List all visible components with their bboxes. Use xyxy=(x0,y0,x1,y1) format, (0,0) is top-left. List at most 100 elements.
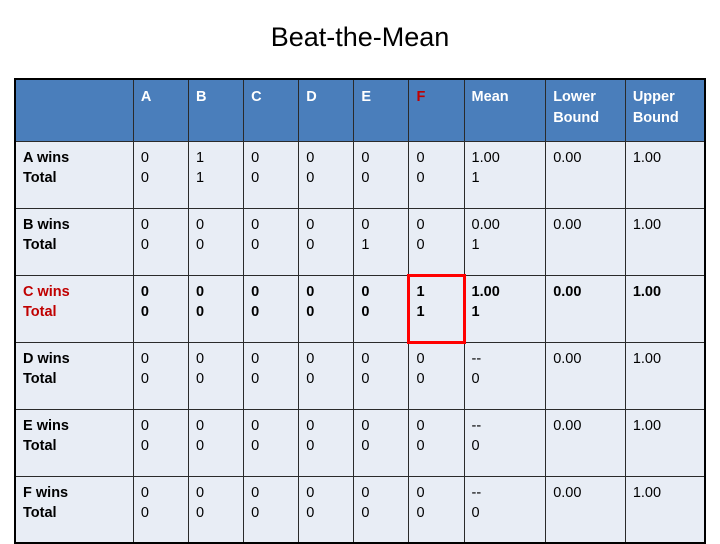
cell-c-f: 11 xyxy=(407,273,466,344)
cell-total-value: 0 xyxy=(361,438,370,455)
column-header-line1: Upper xyxy=(632,89,675,105)
cell-e-d: 00 xyxy=(298,408,355,477)
cell-wins-value: 0 xyxy=(251,216,260,233)
cell-wins-value: 0 xyxy=(361,417,370,434)
cell-total-value: 0 xyxy=(251,438,260,455)
cell-wins-value: 0 xyxy=(306,149,315,166)
row-label-f: F wins Total xyxy=(14,475,134,544)
cell-total-value: 0 xyxy=(306,170,315,187)
cell-b-e: 01 xyxy=(353,207,410,276)
cell-total-value: 0 xyxy=(251,237,260,254)
table-row: A wins Total 0 0 1 1 0 0 0 0 0 0 0 0 1.00 1 0.00 1.00 xyxy=(14,140,706,209)
cell-wins-value: 0 xyxy=(251,350,260,367)
column-header-line2: Bound xyxy=(553,109,600,126)
cell-wins-value: 0 xyxy=(361,350,370,367)
cell-wins-value: 0 xyxy=(196,283,205,300)
cell-total-value: 0 xyxy=(416,237,425,254)
cell-total-value: 0 xyxy=(306,438,315,455)
cell-upper-bound-c: 1.00 xyxy=(624,274,706,343)
cell-total-value: 0 xyxy=(416,371,425,388)
mean-count: 1 xyxy=(471,304,480,321)
cell-wins-value: 1 xyxy=(416,283,425,300)
cell-lower-bound-f: 0.00 xyxy=(545,475,626,544)
cell-d-d: 00 xyxy=(298,341,355,410)
cell-mean-e: -- 0 xyxy=(463,408,547,477)
table-header-row: A B C D E F Mean Lower Bound Upper Bound xyxy=(14,78,706,142)
cell-wins-value: 0 xyxy=(196,350,205,367)
cell-upper-bound-a: 1.00 xyxy=(624,140,706,209)
mean-count: 1 xyxy=(471,170,480,187)
row-label-line2: Total xyxy=(23,237,57,254)
cell-wins-value: 0 xyxy=(251,283,260,300)
cell-e-a: 00 xyxy=(132,408,190,477)
cell-f-f: 00 xyxy=(408,475,465,544)
cell-d-b: 00 xyxy=(187,341,245,410)
column-header-f: F xyxy=(408,78,465,142)
cell-f-a: 00 xyxy=(132,475,190,544)
cell-lower-bound-c: 0.00 xyxy=(545,274,626,343)
cell-lower-bound-e: 0.00 xyxy=(545,408,626,477)
cell-wins-value: 0 xyxy=(361,216,370,233)
row-label-line2: Total xyxy=(23,505,57,522)
cell-wins-value: 0 xyxy=(306,484,315,501)
cell-total-value: 0 xyxy=(251,304,260,321)
cell-wins-value: 0 xyxy=(416,417,425,434)
header-corner-cell xyxy=(14,78,134,142)
cell-lower-bound-b: 0.00 xyxy=(545,207,626,276)
cell-total-value: 0 xyxy=(306,304,315,321)
column-header-line2: Bound xyxy=(632,109,679,126)
row-label-line2: Total xyxy=(23,371,57,388)
cell-wins-value: 0 xyxy=(140,149,149,166)
cell-wins-value: 0 xyxy=(306,417,315,434)
cell-c-d: 00 xyxy=(298,274,355,343)
cell-lower-bound-d: 0.00 xyxy=(545,341,626,410)
cell-a-c: 00 xyxy=(243,140,300,209)
cell-mean-f: -- 0 xyxy=(463,475,547,544)
column-header-a: A xyxy=(132,78,190,142)
cell-total-value: 0 xyxy=(196,304,205,321)
cell-a-d: 00 xyxy=(298,140,355,209)
cell-mean-c: 1.00 1 xyxy=(463,274,547,343)
cell-total-value: 0 xyxy=(361,505,370,522)
cell-total-value: 0 xyxy=(306,371,315,388)
row-label-d: D wins Total xyxy=(14,341,134,410)
cell-upper-bound-f: 1.00 xyxy=(624,475,706,544)
cell-total-value: 0 xyxy=(140,170,149,187)
cell-total-value: 0 xyxy=(140,304,149,321)
cell-total-value: 1 xyxy=(196,170,205,187)
cell-upper-bound-d: 1.00 xyxy=(624,341,706,410)
cell-wins-value: 0 xyxy=(251,484,260,501)
cell-total-value: 0 xyxy=(196,505,205,522)
cell-upper-bound-e: 1.00 xyxy=(624,408,706,477)
cell-mean-d: -- 0 xyxy=(463,341,547,410)
cell-total-value: 1 xyxy=(361,237,370,254)
mean-count: 0 xyxy=(471,505,480,522)
row-label-b: B wins Total xyxy=(14,207,134,276)
cell-f-d: 00 xyxy=(298,475,355,544)
cell-wins-value: 0 xyxy=(306,283,315,300)
table-row: B wins Total 0 0 0 0 0 0 0 0 0 1 0 0 0.00 1 0.00 1.00 xyxy=(14,207,706,276)
cell-d-c: 00 xyxy=(243,341,300,410)
cell-c-b: 00 xyxy=(187,274,245,343)
row-label-a: A wins Total xyxy=(14,140,134,209)
cell-total-value: 0 xyxy=(140,505,149,522)
row-label-line2: Total xyxy=(23,170,57,187)
cell-wins-value: 0 xyxy=(416,216,425,233)
row-label-line2: Total xyxy=(23,304,57,321)
mean-value: 1.00 xyxy=(471,149,500,166)
cell-b-a: 00 xyxy=(132,207,190,276)
table-row: D wins Total 0 0 0 0 0 0 0 0 0 0 0 0 -- 0 0.00 1.00 xyxy=(14,341,706,410)
cell-wins-value: 0 xyxy=(140,484,149,501)
cell-total-value: 0 xyxy=(416,505,425,522)
cell-e-e: 00 xyxy=(353,408,410,477)
column-header-upper: Upper Bound xyxy=(624,78,706,142)
cell-b-b: 00 xyxy=(187,207,245,276)
beat-the-mean-table-container: A B C D E F Mean Lower Bound Upper Bound A wins Tota… xyxy=(14,78,706,544)
mean-value: -- xyxy=(471,484,482,501)
cell-total-value: 0 xyxy=(251,170,260,187)
row-label-e: E wins Total xyxy=(14,408,134,477)
cell-wins-value: 0 xyxy=(361,484,370,501)
mean-count: 1 xyxy=(471,237,480,254)
cell-wins-value: 0 xyxy=(251,417,260,434)
cell-lower-bound-a: 0.00 xyxy=(545,140,626,209)
